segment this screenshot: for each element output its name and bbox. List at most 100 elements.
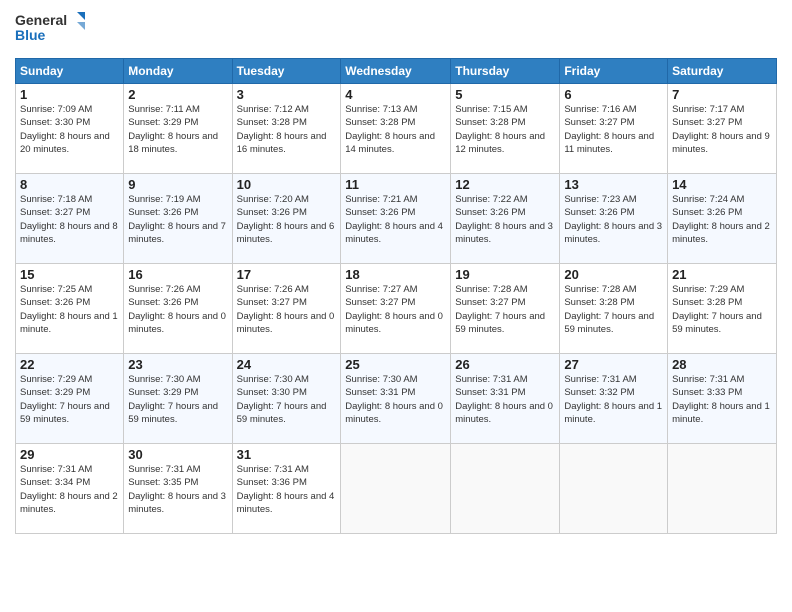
day-number: 3	[237, 87, 337, 102]
svg-text:Blue: Blue	[15, 27, 46, 43]
calendar-cell: 10 Sunrise: 7:20 AM Sunset: 3:26 PM Dayl…	[232, 174, 341, 264]
day-number: 19	[455, 267, 555, 282]
day-number: 23	[128, 357, 227, 372]
calendar-cell: 5 Sunrise: 7:15 AM Sunset: 3:28 PM Dayli…	[451, 84, 560, 174]
day-number: 31	[237, 447, 337, 462]
day-info: Sunrise: 7:30 AM Sunset: 3:31 PM Dayligh…	[345, 373, 446, 426]
weekday-header-sunday: Sunday	[16, 59, 124, 84]
calendar-cell: 11 Sunrise: 7:21 AM Sunset: 3:26 PM Dayl…	[341, 174, 451, 264]
calendar-cell: 8 Sunrise: 7:18 AM Sunset: 3:27 PM Dayli…	[16, 174, 124, 264]
calendar-cell: 22 Sunrise: 7:29 AM Sunset: 3:29 PM Dayl…	[16, 354, 124, 444]
calendar-cell: 25 Sunrise: 7:30 AM Sunset: 3:31 PM Dayl…	[341, 354, 451, 444]
day-info: Sunrise: 7:26 AM Sunset: 3:26 PM Dayligh…	[128, 283, 227, 336]
day-info: Sunrise: 7:31 AM Sunset: 3:33 PM Dayligh…	[672, 373, 772, 426]
calendar-cell: 12 Sunrise: 7:22 AM Sunset: 3:26 PM Dayl…	[451, 174, 560, 264]
svg-text:General: General	[15, 12, 67, 28]
day-number: 7	[672, 87, 772, 102]
calendar-cell	[341, 444, 451, 534]
day-info: Sunrise: 7:16 AM Sunset: 3:27 PM Dayligh…	[564, 103, 663, 156]
day-number: 4	[345, 87, 446, 102]
day-number: 5	[455, 87, 555, 102]
calendar-week-3: 15 Sunrise: 7:25 AM Sunset: 3:26 PM Dayl…	[16, 264, 777, 354]
logo: General Blue	[15, 10, 85, 50]
day-number: 18	[345, 267, 446, 282]
day-info: Sunrise: 7:23 AM Sunset: 3:26 PM Dayligh…	[564, 193, 663, 246]
day-number: 6	[564, 87, 663, 102]
day-info: Sunrise: 7:12 AM Sunset: 3:28 PM Dayligh…	[237, 103, 337, 156]
calendar-week-2: 8 Sunrise: 7:18 AM Sunset: 3:27 PM Dayli…	[16, 174, 777, 264]
day-info: Sunrise: 7:18 AM Sunset: 3:27 PM Dayligh…	[20, 193, 119, 246]
day-info: Sunrise: 7:13 AM Sunset: 3:28 PM Dayligh…	[345, 103, 446, 156]
day-number: 27	[564, 357, 663, 372]
calendar-week-4: 22 Sunrise: 7:29 AM Sunset: 3:29 PM Dayl…	[16, 354, 777, 444]
calendar-week-1: 1 Sunrise: 7:09 AM Sunset: 3:30 PM Dayli…	[16, 84, 777, 174]
day-info: Sunrise: 7:31 AM Sunset: 3:36 PM Dayligh…	[237, 463, 337, 516]
calendar-cell: 27 Sunrise: 7:31 AM Sunset: 3:32 PM Dayl…	[560, 354, 668, 444]
weekday-header-monday: Monday	[124, 59, 232, 84]
weekday-header-thursday: Thursday	[451, 59, 560, 84]
day-number: 11	[345, 177, 446, 192]
day-info: Sunrise: 7:28 AM Sunset: 3:27 PM Dayligh…	[455, 283, 555, 336]
calendar-cell: 24 Sunrise: 7:30 AM Sunset: 3:30 PM Dayl…	[232, 354, 341, 444]
weekday-row: SundayMondayTuesdayWednesdayThursdayFrid…	[16, 59, 777, 84]
day-info: Sunrise: 7:29 AM Sunset: 3:28 PM Dayligh…	[672, 283, 772, 336]
day-number: 30	[128, 447, 227, 462]
calendar-cell: 30 Sunrise: 7:31 AM Sunset: 3:35 PM Dayl…	[124, 444, 232, 534]
calendar-header: SundayMondayTuesdayWednesdayThursdayFrid…	[16, 59, 777, 84]
day-info: Sunrise: 7:20 AM Sunset: 3:26 PM Dayligh…	[237, 193, 337, 246]
calendar-cell: 18 Sunrise: 7:27 AM Sunset: 3:27 PM Dayl…	[341, 264, 451, 354]
day-number: 15	[20, 267, 119, 282]
day-info: Sunrise: 7:15 AM Sunset: 3:28 PM Dayligh…	[455, 103, 555, 156]
day-info: Sunrise: 7:30 AM Sunset: 3:30 PM Dayligh…	[237, 373, 337, 426]
day-number: 16	[128, 267, 227, 282]
day-number: 29	[20, 447, 119, 462]
calendar-cell: 21 Sunrise: 7:29 AM Sunset: 3:28 PM Dayl…	[668, 264, 777, 354]
calendar-cell: 6 Sunrise: 7:16 AM Sunset: 3:27 PM Dayli…	[560, 84, 668, 174]
day-number: 14	[672, 177, 772, 192]
calendar-cell: 17 Sunrise: 7:26 AM Sunset: 3:27 PM Dayl…	[232, 264, 341, 354]
day-info: Sunrise: 7:17 AM Sunset: 3:27 PM Dayligh…	[672, 103, 772, 156]
day-info: Sunrise: 7:29 AM Sunset: 3:29 PM Dayligh…	[20, 373, 119, 426]
day-number: 25	[345, 357, 446, 372]
weekday-header-friday: Friday	[560, 59, 668, 84]
calendar-cell: 19 Sunrise: 7:28 AM Sunset: 3:27 PM Dayl…	[451, 264, 560, 354]
header: General Blue	[15, 10, 777, 50]
calendar-cell: 2 Sunrise: 7:11 AM Sunset: 3:29 PM Dayli…	[124, 84, 232, 174]
day-info: Sunrise: 7:11 AM Sunset: 3:29 PM Dayligh…	[128, 103, 227, 156]
day-info: Sunrise: 7:31 AM Sunset: 3:32 PM Dayligh…	[564, 373, 663, 426]
calendar-cell	[668, 444, 777, 534]
calendar-cell: 4 Sunrise: 7:13 AM Sunset: 3:28 PM Dayli…	[341, 84, 451, 174]
calendar-cell: 23 Sunrise: 7:30 AM Sunset: 3:29 PM Dayl…	[124, 354, 232, 444]
calendar-body: 1 Sunrise: 7:09 AM Sunset: 3:30 PM Dayli…	[16, 84, 777, 534]
day-number: 17	[237, 267, 337, 282]
day-number: 20	[564, 267, 663, 282]
calendar-cell: 16 Sunrise: 7:26 AM Sunset: 3:26 PM Dayl…	[124, 264, 232, 354]
calendar-cell: 3 Sunrise: 7:12 AM Sunset: 3:28 PM Dayli…	[232, 84, 341, 174]
day-number: 26	[455, 357, 555, 372]
calendar-cell: 13 Sunrise: 7:23 AM Sunset: 3:26 PM Dayl…	[560, 174, 668, 264]
weekday-header-tuesday: Tuesday	[232, 59, 341, 84]
weekday-header-wednesday: Wednesday	[341, 59, 451, 84]
day-info: Sunrise: 7:31 AM Sunset: 3:35 PM Dayligh…	[128, 463, 227, 516]
calendar-cell: 26 Sunrise: 7:31 AM Sunset: 3:31 PM Dayl…	[451, 354, 560, 444]
calendar-cell: 9 Sunrise: 7:19 AM Sunset: 3:26 PM Dayli…	[124, 174, 232, 264]
day-number: 1	[20, 87, 119, 102]
day-info: Sunrise: 7:31 AM Sunset: 3:31 PM Dayligh…	[455, 373, 555, 426]
calendar-cell	[560, 444, 668, 534]
day-info: Sunrise: 7:09 AM Sunset: 3:30 PM Dayligh…	[20, 103, 119, 156]
day-info: Sunrise: 7:30 AM Sunset: 3:29 PM Dayligh…	[128, 373, 227, 426]
logo-svg: General Blue	[15, 10, 85, 50]
calendar-cell: 1 Sunrise: 7:09 AM Sunset: 3:30 PM Dayli…	[16, 84, 124, 174]
calendar-cell: 31 Sunrise: 7:31 AM Sunset: 3:36 PM Dayl…	[232, 444, 341, 534]
day-number: 9	[128, 177, 227, 192]
page: General Blue SundayMondayTuesdayWednesda…	[0, 0, 792, 612]
calendar-cell: 14 Sunrise: 7:24 AM Sunset: 3:26 PM Dayl…	[668, 174, 777, 264]
calendar-week-5: 29 Sunrise: 7:31 AM Sunset: 3:34 PM Dayl…	[16, 444, 777, 534]
day-info: Sunrise: 7:25 AM Sunset: 3:26 PM Dayligh…	[20, 283, 119, 336]
day-number: 12	[455, 177, 555, 192]
day-number: 2	[128, 87, 227, 102]
calendar-cell	[451, 444, 560, 534]
calendar-cell: 7 Sunrise: 7:17 AM Sunset: 3:27 PM Dayli…	[668, 84, 777, 174]
day-info: Sunrise: 7:31 AM Sunset: 3:34 PM Dayligh…	[20, 463, 119, 516]
day-number: 10	[237, 177, 337, 192]
